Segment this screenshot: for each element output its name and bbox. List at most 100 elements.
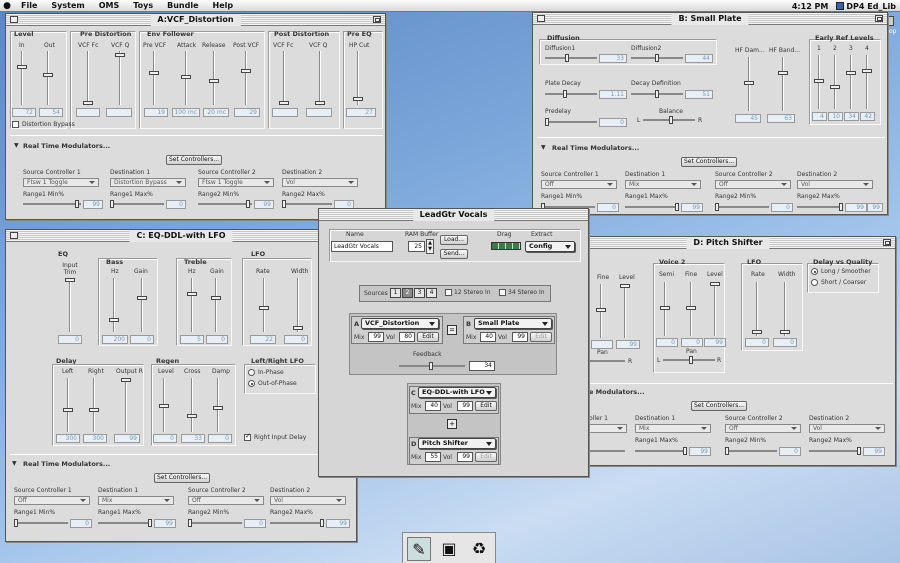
set-controllers-button[interactable]: Set Controllers... [691, 401, 747, 411]
value-pre-vcf[interactable]: 19 [144, 108, 168, 117]
value-out[interactable]: 54 [39, 108, 63, 117]
midi-app-icon[interactable]: ▣ [437, 537, 461, 561]
source-3-button[interactable]: 3 [414, 288, 425, 298]
disclosure-triangle-icon[interactable]: ▼ [541, 144, 546, 151]
slot-d-edit-button[interactable]: Edit [475, 452, 497, 462]
destination-2-select[interactable]: Vol [797, 180, 873, 189]
treble-gain-slider[interactable] [210, 278, 222, 332]
load-button[interactable]: Load... [440, 235, 468, 245]
slider-hp-cut[interactable] [352, 51, 364, 105]
range2-max-slider[interactable] [809, 447, 861, 455]
regen-damp-value[interactable]: 0 [208, 434, 232, 443]
slot-d-mix-input[interactable]: 55 [425, 452, 441, 462]
feedback-value[interactable]: 34 [469, 361, 495, 371]
series-parallel-icon[interactable]: = [447, 325, 457, 335]
fine2-slider[interactable] [685, 282, 697, 336]
value-vcf-fc-2[interactable] [272, 108, 298, 117]
range2-min-slider[interactable] [715, 203, 769, 211]
close-box-icon[interactable] [10, 232, 18, 239]
semi-slider[interactable] [659, 282, 671, 336]
level-slider[interactable] [619, 284, 631, 338]
input-trim-slider[interactable] [64, 278, 76, 332]
destination-1-select[interactable]: Mix [98, 496, 174, 505]
range1-max-slider[interactable] [635, 447, 687, 455]
treble-gain-value[interactable]: 0 [206, 335, 228, 344]
range1-max-slider[interactable] [98, 519, 152, 527]
slot-b-edit-button[interactable]: Edit [530, 332, 552, 342]
source-1-button[interactable]: 1 [390, 288, 401, 298]
title-bar[interactable]: B: Small Plate [533, 13, 887, 25]
slot-d-effect-popup[interactable]: Pitch Shifter [418, 438, 496, 449]
level-value[interactable]: 99 [616, 340, 640, 349]
delay-right-slider[interactable] [88, 378, 100, 432]
destination-1-select[interactable]: Mix [635, 424, 711, 433]
close-box-icon[interactable] [537, 15, 545, 22]
menu-oms[interactable]: OMS [92, 1, 127, 10]
ram-buffer-stepper[interactable]: ▲ ▼ [426, 239, 434, 254]
plate-decay-value[interactable]: 1.11 [599, 90, 627, 99]
early-1-value[interactable]: 4 [812, 112, 827, 121]
range2-min-value[interactable]: 0 [771, 203, 793, 212]
value-vcf-q-2[interactable] [306, 108, 332, 117]
level2-value[interactable]: 99 [704, 338, 726, 347]
series-icon[interactable]: + [447, 419, 457, 429]
range2-min-slider[interactable] [198, 200, 252, 208]
diffusion2-slider[interactable] [631, 54, 683, 62]
early-3-slider[interactable] [845, 55, 857, 109]
send-button[interactable]: Send... [440, 249, 468, 259]
source-controller-2-select[interactable]: Off [715, 180, 791, 189]
early-4-slider[interactable] [861, 55, 873, 109]
in-phase-radio[interactable] [248, 369, 255, 376]
extra-value[interactable]: 99 [867, 203, 883, 212]
treble-hz-slider[interactable] [186, 278, 198, 332]
range1-min-value[interactable]: 0 [597, 203, 619, 212]
short-coarser-radio[interactable] [811, 279, 818, 286]
zoom-box-icon[interactable] [883, 239, 891, 246]
source-controller-2-select[interactable]: Ftsw 1 Toggle [198, 178, 274, 187]
set-controllers-button[interactable]: Set Controllers... [166, 155, 222, 165]
zoom-box-icon[interactable] [875, 15, 883, 22]
long-smoother-radio[interactable] [811, 268, 818, 275]
slider-out[interactable] [42, 51, 54, 105]
early-3-value[interactable]: 34 [844, 112, 859, 121]
set-controllers-button[interactable]: Set Controllers... [154, 473, 210, 483]
zoom-box-icon[interactable] [373, 16, 381, 23]
slider-post-vcf[interactable] [240, 51, 252, 105]
out-of-phase-radio[interactable] [248, 380, 255, 387]
early-1-slider[interactable] [813, 55, 825, 109]
lfo-width-value[interactable]: 0 [773, 338, 797, 347]
slot-b-effect-popup[interactable]: Small Plate [474, 318, 552, 329]
diffusion1-value[interactable]: 33 [599, 54, 627, 63]
hf-dam-slider[interactable] [743, 57, 755, 111]
slider-attack[interactable] [180, 51, 192, 105]
hf-band-value[interactable]: 63 [767, 114, 795, 123]
destination-2-select[interactable]: Vol [809, 424, 885, 433]
slot-a-edit-button[interactable]: Edit [417, 332, 439, 342]
slider-pre-vcf[interactable] [148, 51, 160, 105]
range1-max-slider[interactable] [110, 200, 164, 208]
decay-definition-value[interactable]: 51 [685, 90, 713, 99]
bass-hz-value[interactable]: 200 [102, 335, 128, 344]
slot-d-vol-input[interactable]: 99 [457, 452, 473, 462]
delay-output-slider[interactable] [120, 378, 132, 432]
early-2-value[interactable]: 10 [828, 112, 843, 121]
destination-2-select[interactable]: Vol [270, 496, 346, 505]
regen-cross-value[interactable]: 33 [181, 434, 205, 443]
bass-gain-value[interactable]: 0 [130, 335, 154, 344]
value-vcf-q[interactable] [106, 108, 132, 117]
name-input[interactable]: LeadGtr Vocals [331, 241, 393, 252]
range2-min-slider[interactable] [725, 447, 777, 455]
destination-1-select[interactable]: Mix [625, 180, 701, 189]
disclosure-triangle-icon[interactable]: ▼ [14, 142, 19, 149]
range2-max-slider[interactable] [282, 200, 332, 208]
range1-max-value[interactable]: 0 [166, 200, 186, 209]
stereo-34-checkbox[interactable] [499, 289, 506, 296]
early-2-slider[interactable] [829, 55, 841, 109]
range2-max-value[interactable]: 99 [863, 447, 885, 456]
range2-min-value[interactable]: 99 [254, 200, 274, 209]
stereo-12-checkbox[interactable] [445, 289, 452, 296]
slot-c-vol-input[interactable]: 99 [457, 401, 473, 411]
menu-help[interactable]: Help [206, 1, 241, 10]
slider-vcf-fc[interactable] [82, 51, 94, 105]
source-4-button[interactable]: 4 [426, 288, 437, 298]
